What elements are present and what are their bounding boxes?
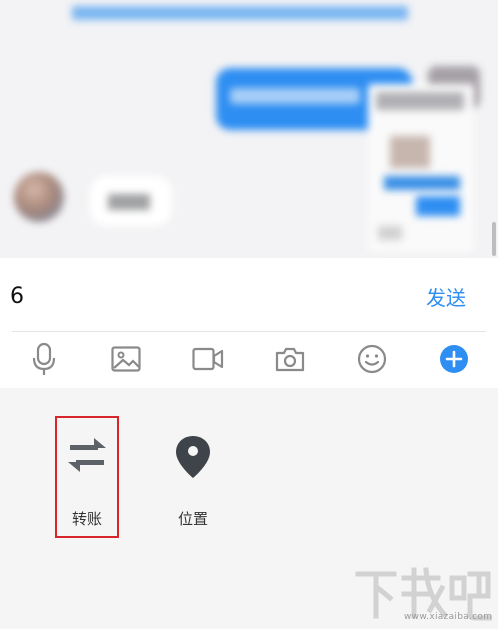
shared-card-image: [390, 136, 430, 168]
received-message-text: [108, 194, 150, 210]
watermark-url: www.xiazaiba.com: [404, 612, 493, 622]
location-pin-icon: [176, 436, 210, 478]
shared-card-title: [376, 92, 464, 110]
sent-message-text: [230, 88, 360, 104]
contact-avatar[interactable]: [14, 172, 64, 222]
video-icon[interactable]: [188, 338, 228, 380]
location-button[interactable]: 位置: [158, 432, 228, 532]
location-label: 位置: [177, 510, 208, 528]
message-input[interactable]: 6: [10, 284, 24, 309]
blurred-header-bar: [72, 6, 408, 20]
shared-card-bar: [416, 196, 460, 216]
image-icon[interactable]: [106, 338, 146, 380]
input-toolbar: [0, 332, 498, 388]
emoji-icon[interactable]: [352, 338, 392, 380]
compose-row: [0, 258, 498, 330]
chat-history: [0, 0, 498, 258]
shared-card-bar: [378, 226, 402, 240]
plus-icon[interactable]: [434, 338, 474, 380]
shared-card-bar: [384, 176, 460, 190]
highlight-box: [55, 416, 119, 538]
send-button[interactable]: 发送: [426, 282, 466, 311]
camera-icon[interactable]: [270, 338, 310, 380]
microphone-icon[interactable]: [24, 338, 64, 380]
chat-scrollbar[interactable]: [492, 222, 496, 256]
